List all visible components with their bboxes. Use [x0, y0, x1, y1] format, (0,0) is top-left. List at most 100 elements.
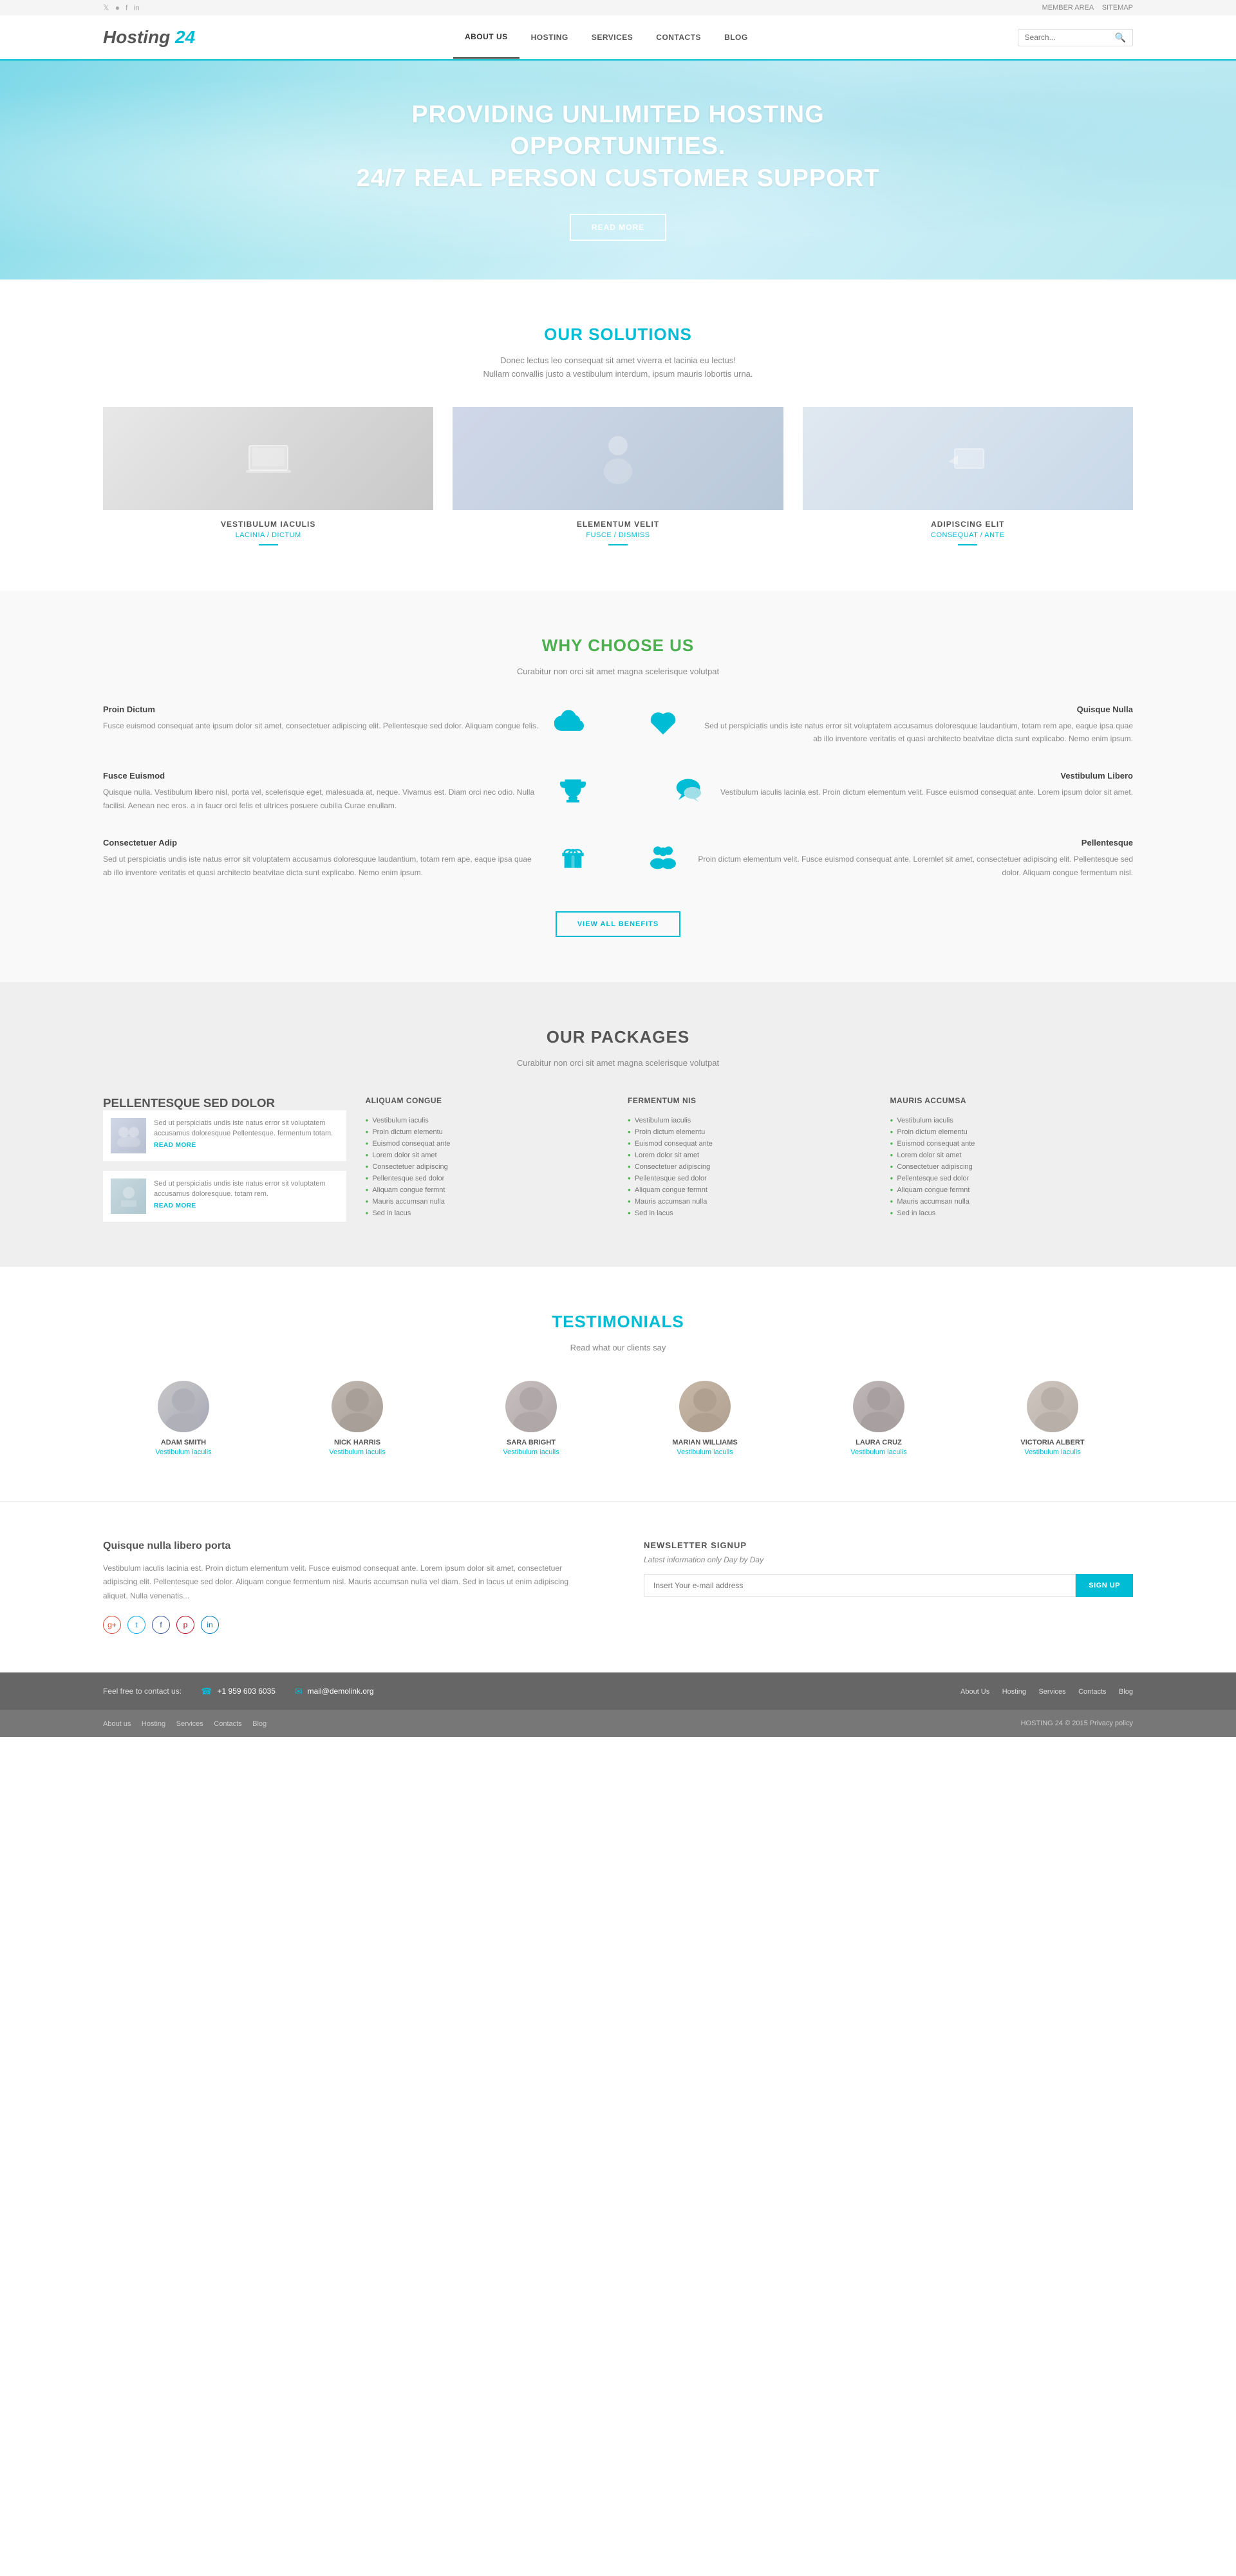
footer-bottom: Feel free to contact us: ☎ +1 959 603 60… — [0, 1672, 1236, 1710]
solutions-grid: VESTIBULUM IACULIS LACINIA / DICTUM ELEM… — [103, 407, 1133, 545]
solution-title-1: VESTIBULUM IACULIS — [103, 520, 433, 529]
footer-top: Quisque nulla libero porta Vestibulum ia… — [0, 1501, 1236, 1673]
package-card-2: Sed ut perspiciatis undis iste natus err… — [103, 1171, 346, 1222]
list-item: Vestibulum iaculis — [628, 1115, 871, 1126]
list-item: Sed in lacus — [628, 1208, 871, 1219]
why-item-right-3: Pellentesque Proin dictum elementum veli… — [644, 838, 1133, 879]
package-card-text-1: Sed ut perspiciatis undis iste natus err… — [154, 1118, 339, 1149]
solution-divider-2 — [608, 544, 628, 545]
list-item: Euismod consequat ante — [628, 1138, 871, 1150]
member-area-link[interactable]: MEMBER AREA — [1042, 4, 1094, 12]
package-col-title-fermentum: FERMENTUM NIS — [628, 1096, 871, 1105]
nav-blog[interactable]: BLOG — [713, 17, 760, 58]
why-item-title-right-1: Quisque nulla — [695, 705, 1133, 714]
why-text-right-1: Quisque nulla Sed ut perspiciatis undis … — [695, 705, 1133, 746]
search-input[interactable] — [1025, 33, 1115, 42]
footer-about-text: Vestibulum iaculis lacinia est. Proin di… — [103, 1562, 592, 1604]
nav-services[interactable]: SERVICES — [580, 17, 644, 58]
solution-image-3 — [803, 407, 1133, 510]
footer-nav-hosting[interactable]: Hosting — [1002, 1688, 1026, 1696]
list-item: Mauris accumsan nulla — [628, 1196, 871, 1208]
social-pinterest-link[interactable]: p — [176, 1616, 194, 1634]
email-address: mail@demolink.org — [308, 1687, 374, 1696]
solutions-section: OUR SOLUTIONS Donec lectus leo consequat… — [0, 279, 1236, 591]
footer-bottom-services[interactable]: Services — [176, 1720, 203, 1728]
top-bar-links: MEMBER AREA SITEMAP — [1036, 4, 1133, 12]
laptop-illustration-1 — [243, 439, 294, 478]
footer-bottom-hosting[interactable]: Hosting — [142, 1720, 165, 1728]
solution-card-2: ELEMENTUM VELIT FUSCE / DISMISS — [453, 407, 783, 545]
footer-nav-services[interactable]: Services — [1038, 1688, 1065, 1696]
footer-about: Quisque nulla libero porta Vestibulum ia… — [103, 1540, 592, 1634]
person-name-nick: NICK HARRIS — [277, 1439, 438, 1446]
testimonials-title: TESTIMONIALS — [103, 1312, 1133, 1332]
search-icon[interactable]: 🔍 — [1115, 32, 1126, 43]
packages-left-col: PELLENTESQUE SED DOLOR Sed ut perspiciat… — [103, 1096, 346, 1222]
package-read-more-2[interactable]: READ MORE — [154, 1202, 339, 1209]
list-item: Mauris accumsan nulla — [890, 1196, 1134, 1208]
top-bar: 𝕏 ● f in MEMBER AREA SITEMAP — [0, 0, 1236, 15]
hero-heading: PROVIDING UNLIMITED HOSTING OPPORTUNITIE… — [357, 99, 880, 194]
list-item: Proin dictum elementu — [890, 1126, 1134, 1138]
package-col-list-aliquam: Vestibulum iaculis Proin dictum elementu… — [366, 1115, 609, 1219]
sitemap-link[interactable]: SITEMAP — [1102, 4, 1133, 12]
why-text-2: Fusce euismod Quisque nulla. Vestibulum … — [103, 771, 541, 812]
package-read-more-1[interactable]: READ MORE — [154, 1142, 339, 1149]
social-twitter-link[interactable]: t — [127, 1616, 145, 1634]
footer-bottom-contacts[interactable]: Contacts — [214, 1720, 241, 1728]
logo-number: 24 — [170, 27, 195, 47]
view-all-benefits-button[interactable]: VIEW ALL BENEFITS — [556, 911, 680, 937]
footer-bottom-about[interactable]: About us — [103, 1720, 131, 1728]
package-cards: Sed ut perspiciatis undis iste natus err… — [103, 1110, 346, 1222]
package-col-fermentum: FERMENTUM NIS Vestibulum iaculis Proin d… — [628, 1096, 871, 1222]
why-text-right-3: Pellentesque Proin dictum elementum veli… — [695, 838, 1133, 879]
why-item-text-2: Quisque nulla. Vestibulum libero nisl, p… — [103, 786, 541, 812]
social-facebook-link[interactable]: f — [152, 1616, 170, 1634]
why-item-left-2: Fusce euismod Quisque nulla. Vestibulum … — [103, 771, 592, 812]
facebook-icon[interactable]: f — [126, 3, 127, 12]
nav-about-us[interactable]: ABOUT US — [453, 16, 520, 59]
packages-grid: PELLENTESQUE SED DOLOR Sed ut perspiciat… — [103, 1096, 1133, 1222]
social-linkedin-link[interactable]: in — [201, 1616, 219, 1634]
list-item: Sed in lacus — [890, 1208, 1134, 1219]
why-item-left-3: Consectetuer adip Sed ut perspiciatis un… — [103, 838, 592, 879]
search-box[interactable]: 🔍 — [1018, 29, 1133, 46]
newsletter-email-input[interactable] — [644, 1574, 1076, 1597]
package-card-1: Sed ut perspiciatis undis iste natus err… — [103, 1110, 346, 1161]
footer-nav-contacts[interactable]: Contacts — [1078, 1688, 1106, 1696]
nav-contacts[interactable]: CONTACTS — [644, 17, 713, 58]
hero-read-more-button[interactable]: READ MORE — [570, 214, 666, 241]
why-item-title-right-3: Pellentesque — [695, 838, 1133, 848]
testimonial-adam-smith: ADAM SMITH Vestibulum iaculis — [103, 1381, 264, 1456]
footer-bottom-blog[interactable]: Blog — [252, 1720, 267, 1728]
list-item: Consectetuer adipiscing — [628, 1161, 871, 1173]
package-col-mauris: MAURIS ACCUMSA Vestibulum iaculis Proin … — [890, 1096, 1134, 1222]
person-name-sara: SARA BRIGHT — [451, 1439, 612, 1446]
footer-nav-about[interactable]: About us — [960, 1688, 989, 1696]
newsletter-form: SIGN UP — [644, 1574, 1133, 1597]
linkedin-icon[interactable]: in — [133, 3, 139, 12]
header: Hosting 24 ABOUT US HOSTING SERVICES CON… — [0, 15, 1236, 61]
footer-links-bottom: About us Hosting Services Contacts Blog — [103, 1718, 274, 1729]
solution-title-3: ADIPISCING ELIT — [803, 520, 1133, 529]
footer-email: ✉ mail@demolink.org — [295, 1686, 374, 1697]
avatar-sara-bright — [505, 1381, 557, 1432]
list-item: Vestibulum iaculis — [890, 1115, 1134, 1126]
why-item-text-1: Fusce euismod consequat ante ipsum dolor… — [103, 719, 538, 732]
twitter-icon[interactable]: 𝕏 — [103, 3, 109, 12]
solutions-title: OUR SOLUTIONS — [103, 325, 1133, 345]
testimonials-subtitle: Read what our clients say — [103, 1341, 1133, 1355]
avatar-laura-cruz — [853, 1381, 904, 1432]
testimonials-grid: ADAM SMITH Vestibulum iaculis NICK HARRI… — [103, 1381, 1133, 1456]
person-silhouette-1 — [158, 1381, 209, 1432]
social-google-link[interactable]: g+ — [103, 1616, 121, 1634]
twitter-bird-icon[interactable]: ● — [115, 3, 120, 12]
footer-nav-blog[interactable]: Blog — [1119, 1688, 1133, 1696]
nav-hosting[interactable]: HOSTING — [520, 17, 580, 58]
why-icon-cloud — [551, 705, 590, 743]
person-name-adam: ADAM SMITH — [103, 1439, 264, 1446]
solution-divider-1 — [259, 544, 278, 545]
why-icon-people — [644, 838, 682, 876]
avatar-marian-williams — [679, 1381, 731, 1432]
newsletter-signup-button[interactable]: SIGN UP — [1076, 1574, 1133, 1597]
